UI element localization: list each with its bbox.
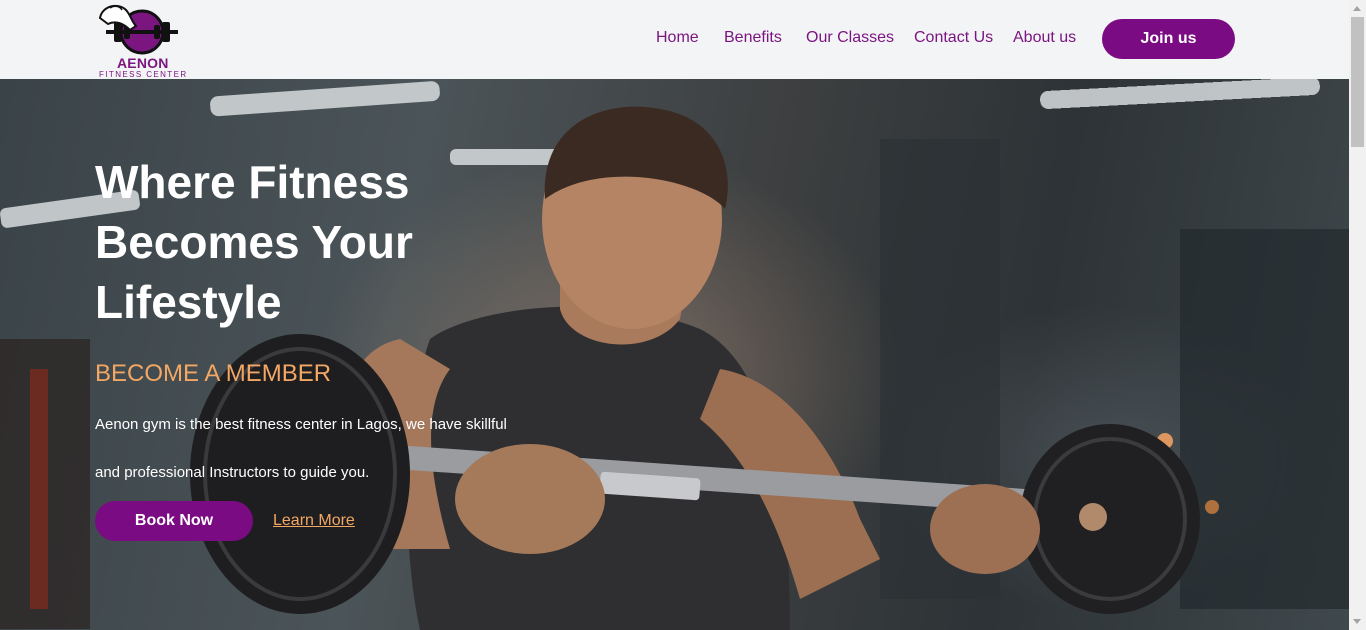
scroll-thumb[interactable] [1351,17,1364,147]
hero-description: Aenon gym is the best fitness center in … [95,416,507,481]
page-scrollbar[interactable] [1349,0,1366,630]
hero-title: Where Fitness Becomes Your Lifestyle [95,156,413,328]
nav-contact-us-link[interactable]: Contact Us [914,29,993,47]
nav-benefits-link[interactable]: Benefits [724,29,782,47]
hero-subtitle: BECOME A MEMBER [95,360,332,387]
site-header: AENON FITNESS CENTER Home Benefits Our C… [0,0,1349,79]
join-us-button[interactable]: Join us [1102,19,1235,59]
logo-title: AENON [117,55,169,71]
nav-about-us-link[interactable]: About us [1013,29,1076,47]
nav-our-classes-link[interactable]: Our Classes [806,29,894,47]
hero-section: Where Fitness Becomes Your Lifestyle BEC… [0,79,1349,630]
nav-home-link[interactable]: Home [656,29,699,47]
dumbbell-logo-icon [98,4,178,55]
scroll-up-arrow-icon[interactable] [1353,6,1361,11]
brand-logo[interactable]: AENON FITNESS CENTER [92,0,192,79]
book-now-button[interactable]: Book Now [95,501,253,541]
scroll-down-arrow-icon[interactable] [1353,619,1361,624]
logo-tagline: FITNESS CENTER [99,70,188,79]
learn-more-link[interactable]: Learn More [273,512,355,530]
